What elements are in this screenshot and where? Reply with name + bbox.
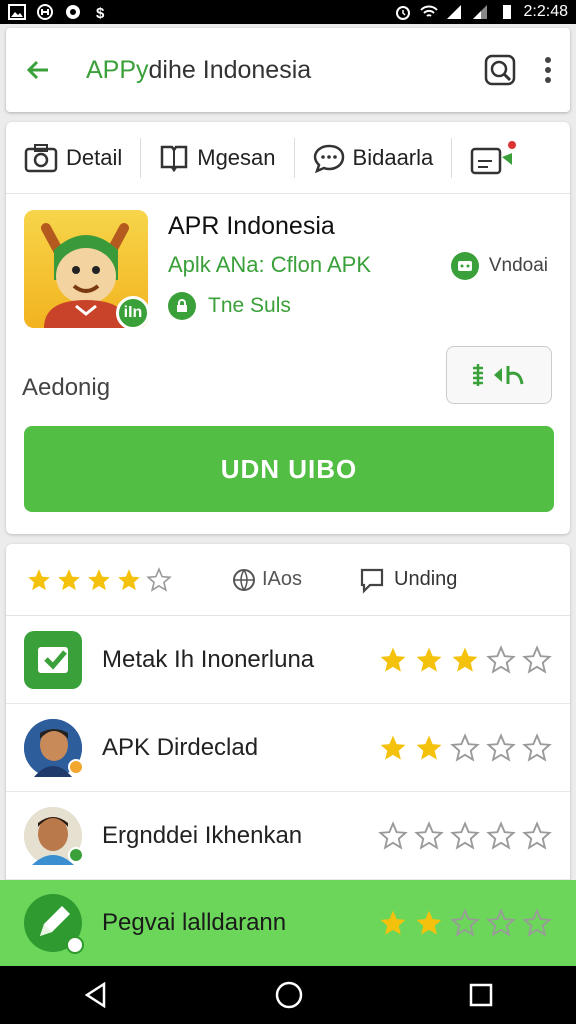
star-empty-icon bbox=[486, 908, 516, 937]
star-filled-icon bbox=[118, 568, 140, 590]
pen-app-icon bbox=[24, 894, 84, 954]
star-empty-icon bbox=[522, 908, 552, 937]
app-icon[interactable]: iIn bbox=[24, 210, 148, 328]
tab-share[interactable] bbox=[452, 138, 536, 178]
search-icon[interactable] bbox=[484, 54, 516, 86]
tab-mgesan[interactable]: Mgesan bbox=[141, 137, 295, 178]
list-item-stars bbox=[378, 644, 552, 675]
star-filled-icon bbox=[416, 647, 442, 672]
highlighted-list-item[interactable]: Pegvai lalldarann bbox=[0, 880, 576, 966]
chat-icon bbox=[313, 144, 344, 173]
tab-label: Bidaarla bbox=[352, 144, 434, 170]
review-count: IAos bbox=[262, 568, 303, 590]
more-vert-icon[interactable] bbox=[544, 56, 552, 84]
list-item[interactable]: Metak Ih Inonerluna bbox=[6, 616, 570, 704]
size-toggle-button[interactable] bbox=[446, 346, 552, 404]
camera-icon bbox=[24, 143, 58, 172]
list-item-stars bbox=[378, 908, 552, 938]
star-filled-icon bbox=[58, 568, 80, 590]
book-icon bbox=[161, 145, 188, 172]
comments-label[interactable]: Unding bbox=[394, 568, 457, 591]
star-empty-icon bbox=[378, 820, 408, 850]
star-empty-icon bbox=[522, 644, 552, 674]
back-nav-icon[interactable] bbox=[82, 981, 110, 1009]
status-time: 2:2:48 bbox=[523, 3, 568, 20]
star-filled-icon bbox=[452, 647, 478, 672]
list-item-label: APK Dirdeclad bbox=[102, 733, 259, 761]
svg-text:$: $ bbox=[96, 5, 105, 20]
app-subtitle: Aplk ANa: Cflon APK bbox=[168, 252, 371, 277]
star-empty-icon bbox=[522, 732, 552, 762]
tab-bidaarla[interactable]: Bidaarla bbox=[295, 137, 453, 178]
recents-nav-icon[interactable] bbox=[468, 982, 494, 1008]
alarm-icon bbox=[395, 6, 410, 20]
rating-bar: IAos Unding bbox=[6, 544, 570, 616]
star-empty-icon bbox=[522, 820, 552, 850]
wifi-icon bbox=[419, 5, 438, 17]
list-item-label: Ergnddei Ikhenkan bbox=[102, 821, 303, 849]
user-avatar-icon bbox=[24, 718, 84, 777]
star-empty-icon bbox=[450, 908, 480, 937]
star-filled-icon bbox=[416, 735, 442, 760]
camera-notification-icon bbox=[66, 5, 80, 19]
list-item-stars bbox=[378, 820, 552, 851]
star-empty-icon bbox=[414, 820, 444, 850]
share-card-icon bbox=[471, 140, 517, 174]
rating-stars[interactable] bbox=[26, 566, 172, 593]
vendor-icon bbox=[450, 252, 479, 280]
vendor-label: Vndoai bbox=[488, 255, 548, 276]
install-button[interactable]: UDN UIBO bbox=[24, 426, 554, 512]
list-item[interactable]: Ergnddei Ikhenkan bbox=[6, 792, 570, 880]
user-avatar-icon bbox=[24, 806, 84, 865]
dollar-icon: $ bbox=[96, 5, 105, 20]
app-name: APR Indonesia bbox=[168, 212, 335, 240]
star-empty-icon bbox=[450, 820, 480, 850]
tab-label: Mgesan bbox=[197, 144, 276, 170]
list-item-label: Pegvai lalldarann bbox=[102, 909, 287, 936]
star-filled-icon bbox=[416, 910, 442, 935]
star-filled-icon bbox=[380, 735, 406, 760]
star-filled-icon bbox=[380, 647, 406, 672]
tab-label: Detail bbox=[66, 144, 123, 170]
lock-icon bbox=[168, 292, 196, 320]
star-empty-icon bbox=[146, 566, 172, 592]
app-bar: APPydihe Indonesia bbox=[6, 28, 570, 112]
list-item[interactable]: APK Dirdeclad bbox=[6, 704, 570, 792]
star-empty-icon bbox=[486, 732, 516, 762]
navigation-bar bbox=[0, 966, 576, 1024]
comment-icon bbox=[360, 568, 384, 594]
image-icon bbox=[8, 4, 26, 20]
list-item-label: Metak Ih Inonerluna bbox=[102, 645, 315, 673]
signal-2-icon bbox=[472, 5, 487, 19]
tab-bar: Detail Mgesan Bidaarla bbox=[6, 122, 570, 194]
app-notification-icon bbox=[37, 4, 53, 20]
download-app-icon bbox=[24, 630, 82, 689]
signal-icon bbox=[446, 5, 461, 19]
list-item-stars bbox=[378, 732, 552, 763]
app-meta-text: Tne Suls bbox=[208, 294, 291, 317]
status-bar: $ 2:2:48 bbox=[0, 0, 576, 24]
star-empty-icon bbox=[486, 820, 516, 850]
star-empty-icon bbox=[450, 732, 480, 762]
badge-icon bbox=[66, 936, 84, 954]
back-arrow-icon[interactable] bbox=[24, 56, 52, 84]
vendor[interactable]: Vndoai bbox=[450, 252, 548, 280]
battery-icon bbox=[502, 5, 511, 19]
loading-text: Aedonig bbox=[22, 374, 111, 401]
star-filled-icon bbox=[28, 568, 50, 590]
size-toggle-icon bbox=[473, 364, 524, 386]
app-meta: Tne Suls bbox=[168, 292, 291, 320]
globe-icon bbox=[233, 568, 255, 591]
page-title: APPydihe Indonesia bbox=[86, 55, 312, 84]
star-filled-icon bbox=[88, 568, 110, 590]
app-badge: iIn bbox=[116, 296, 148, 328]
star-empty-icon bbox=[486, 644, 516, 674]
tab-detail[interactable]: Detail bbox=[6, 137, 142, 178]
home-nav-icon[interactable] bbox=[274, 980, 304, 1010]
verified-icon bbox=[68, 758, 84, 775]
star-filled-icon bbox=[380, 910, 406, 935]
app-card: Detail Mgesan Bidaarla iIn APR Indonesia… bbox=[6, 122, 570, 534]
verified-icon bbox=[68, 846, 84, 863]
